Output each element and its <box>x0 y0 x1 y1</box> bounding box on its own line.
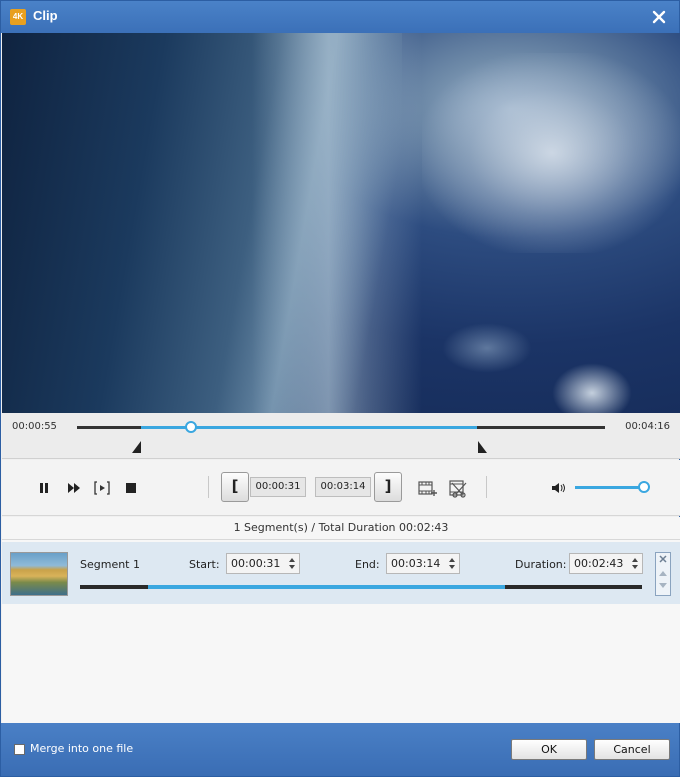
pause-button[interactable] <box>33 477 55 499</box>
segment-actions <box>655 552 671 596</box>
segment-end-input[interactable]: 00:03:14 <box>386 553 460 574</box>
film-scissors-icon <box>449 480 467 498</box>
segment-summary: 1 Segment(s) / Total Duration 00:02:43 <box>2 517 680 539</box>
total-time: 00:04:16 <box>625 421 670 432</box>
clip-dialog: 4K Clip 00:00:55 00:04:16 [00:00:31 00:… <box>0 0 680 777</box>
video-preview[interactable] <box>2 33 680 413</box>
spin-arrows-icon[interactable] <box>448 556 456 571</box>
segment-name: Segment 1 <box>80 558 140 571</box>
timeline: 00:00:55 00:04:16 <box>2 413 680 459</box>
volume-button[interactable] <box>548 477 570 499</box>
volume-slider[interactable] <box>575 481 650 493</box>
playback-controls: [ 00:00:31 00:03:14 ] <box>2 460 680 516</box>
end-time-display: 00:03:14 <box>315 477 371 497</box>
end-label: End: <box>355 558 380 571</box>
segment-row[interactable]: Segment 1 Start: 00:00:31 End: 00:03:14 … <box>2 542 680 604</box>
segment-range-selection <box>148 585 506 589</box>
start-time-display: 00:00:31 <box>250 477 306 497</box>
play-selection-button[interactable] <box>91 477 113 499</box>
window-title: Clip <box>33 8 58 23</box>
current-time: 00:00:55 <box>12 421 57 432</box>
segment-start-value: 00:00:31 <box>231 557 281 570</box>
fast-forward-button[interactable] <box>63 477 85 499</box>
segment-start-input[interactable]: 00:00:31 <box>226 553 300 574</box>
stop-icon <box>126 483 136 493</box>
video-cloud <box>552 363 632 413</box>
speaker-icon <box>552 483 565 493</box>
pause-icon <box>40 483 48 493</box>
divider <box>486 476 487 498</box>
segment-duration-input[interactable]: 00:02:43 <box>569 553 643 574</box>
ok-button[interactable]: OK <box>511 739 587 760</box>
app-logo-icon: 4K <box>10 9 26 25</box>
film-add-icon <box>418 481 437 496</box>
set-start-button[interactable]: [ <box>221 472 249 502</box>
fast-forward-icon <box>68 483 80 493</box>
volume-handle[interactable] <box>637 481 650 493</box>
merge-checkbox[interactable] <box>14 744 25 755</box>
divider <box>208 476 209 498</box>
timeline-track[interactable] <box>77 421 605 433</box>
stop-button[interactable] <box>120 477 142 499</box>
segment-duration-value: 00:02:43 <box>574 557 624 570</box>
duration-label: Duration: <box>515 558 567 571</box>
cancel-button[interactable]: Cancel <box>594 739 670 760</box>
video-cloud <box>422 53 680 253</box>
segment-range-track <box>80 585 642 589</box>
play-selection-icon <box>94 481 110 495</box>
start-label: Start: <box>189 558 220 571</box>
close-icon <box>652 10 666 24</box>
segment-thumbnail <box>10 552 68 596</box>
delete-segment-icon[interactable] <box>658 554 668 564</box>
segment-end-value: 00:03:14 <box>391 557 441 570</box>
video-foam <box>252 33 422 413</box>
segment-list: Segment 1 Start: 00:00:31 End: 00:03:14 … <box>2 539 680 723</box>
dialog-footer: Merge into one file OK Cancel <box>1 723 679 776</box>
add-segment-button[interactable] <box>416 477 438 499</box>
close-button[interactable] <box>647 5 671 29</box>
start-marker-handle[interactable] <box>131 441 142 453</box>
end-marker-handle[interactable] <box>477 441 487 453</box>
spin-arrows-icon[interactable] <box>631 556 639 571</box>
spin-arrows-icon[interactable] <box>288 556 296 571</box>
set-end-button[interactable]: ] <box>374 472 402 502</box>
video-cloud <box>442 323 532 373</box>
split-segment-button[interactable] <box>447 477 469 499</box>
merge-label: Merge into one file <box>30 742 134 755</box>
playhead-handle[interactable] <box>184 421 197 433</box>
move-down-icon[interactable] <box>659 583 667 589</box>
move-up-icon[interactable] <box>659 570 667 576</box>
title-bar: 4K Clip <box>1 1 679 33</box>
